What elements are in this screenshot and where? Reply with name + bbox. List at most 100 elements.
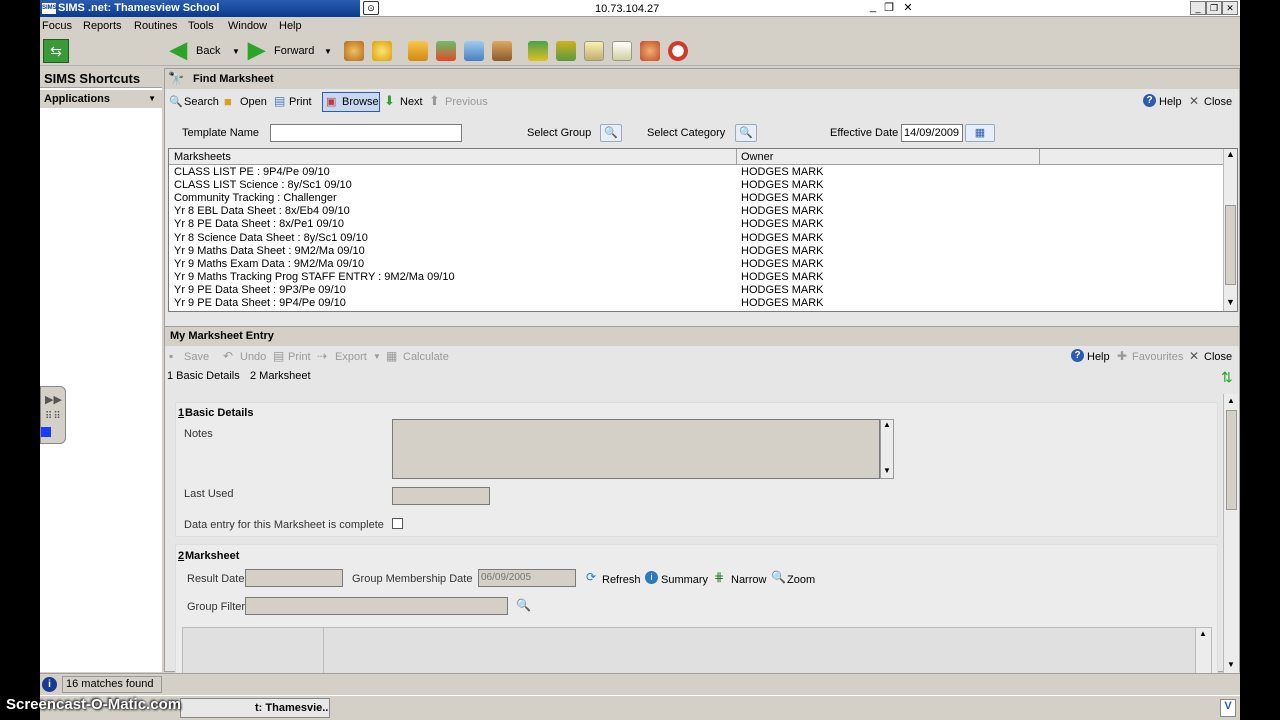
- forward-button[interactable]: Forward: [274, 45, 314, 57]
- entry-scroll-down-icon[interactable]: ▼: [1227, 660, 1235, 669]
- back-arrow-icon[interactable]: ◀: [170, 39, 187, 61]
- table-row[interactable]: Yr 8 Science Data Sheet : 8y/Sc1 09/10 HO…: [169, 232, 1223, 245]
- marksheet-grid-scroll-up-icon[interactable]: ▲: [1199, 629, 1207, 638]
- books-icon[interactable]: [492, 41, 512, 61]
- complete-checkbox[interactable]: [392, 518, 403, 529]
- help-button[interactable]: Help: [1159, 96, 1182, 108]
- select-category-lookup-icon[interactable]: 🔍: [735, 124, 757, 142]
- table-row[interactable]: Yr 8 EBL Data Sheet : 8x/Eb4 09/10 HODGES…: [169, 205, 1223, 218]
- folder-icon[interactable]: [408, 41, 428, 61]
- user-group-icon[interactable]: [640, 41, 660, 61]
- export-dropdown-icon[interactable]: ▼: [373, 352, 381, 361]
- summary-button[interactable]: Summary: [661, 574, 708, 586]
- title-bar: SIMS SIMS .net: Thamesview School ⊙ 10.7…: [40, 0, 1240, 17]
- forward-dropdown-icon[interactable]: ▼: [324, 47, 332, 56]
- notes-textarea[interactable]: [392, 419, 880, 479]
- notes-scroll-up-icon[interactable]: ▲: [883, 420, 891, 429]
- flag-icon[interactable]: [436, 41, 456, 61]
- column-owner[interactable]: Owner: [741, 151, 773, 163]
- entry-help-button[interactable]: Help: [1087, 351, 1110, 363]
- back-dropdown-icon[interactable]: ▼: [232, 47, 240, 56]
- assessment-icon[interactable]: [556, 41, 576, 61]
- minimize-icon[interactable]: _: [1190, 1, 1206, 15]
- marksheet-grid-scrollbar[interactable]: ▲: [1195, 628, 1211, 676]
- select-group-lookup-icon[interactable]: 🔍: [600, 124, 622, 142]
- next-button[interactable]: Next: [400, 96, 423, 108]
- undo-button[interactable]: Undo: [240, 351, 266, 363]
- link-marksheet[interactable]: 2 Marksheet: [250, 370, 311, 382]
- applications-dropdown[interactable]: Applications ▼: [40, 90, 162, 108]
- menu-routines[interactable]: Routines: [134, 20, 177, 32]
- last-used-field: [392, 487, 490, 505]
- edit-icon[interactable]: [612, 41, 632, 61]
- link-basic-details[interactable]: 1 Basic Details: [167, 370, 240, 382]
- taskbar-sims-task[interactable]: t: Thamesvie...: [180, 698, 330, 718]
- close-icon[interactable]: ✕: [1222, 1, 1238, 15]
- table-row[interactable]: Yr 9 PE Data Sheet : 9P3/Pe 09/10 HODGES …: [169, 284, 1223, 297]
- zoom-button[interactable]: Zoom: [787, 574, 815, 586]
- menu-tools[interactable]: Tools: [188, 20, 214, 32]
- favourites-button[interactable]: Favourites: [1132, 351, 1183, 363]
- menu-window[interactable]: Window: [228, 20, 267, 32]
- marksheet-icon[interactable]: [528, 41, 548, 61]
- grid-scrollbar[interactable]: ▲ ▼: [1223, 149, 1237, 311]
- table-row[interactable]: Community Tracking : Challenger HODGES MA…: [169, 192, 1223, 205]
- result-date-field[interactable]: [245, 569, 343, 587]
- swap-icon[interactable]: ⇅: [1221, 369, 1233, 386]
- table-row[interactable]: CLASS LIST Science : 8y/Sc1 09/10 HODGES …: [169, 179, 1223, 192]
- forward-arrow-icon[interactable]: ▶: [248, 39, 265, 61]
- save-button[interactable]: Save: [184, 351, 209, 363]
- sync-icon[interactable]: ⇆: [43, 39, 69, 63]
- restore-icon[interactable]: ❐: [1206, 1, 1222, 15]
- group-membership-field[interactable]: 06/09/2005: [478, 569, 576, 587]
- group-filter-field[interactable]: [245, 597, 508, 615]
- menu-focus[interactable]: Focus: [42, 20, 72, 32]
- print-button[interactable]: Print: [289, 96, 312, 108]
- notes-scrollbar[interactable]: ▲ ▼: [880, 419, 894, 479]
- scroll-up-icon[interactable]: ▲: [1226, 149, 1235, 159]
- menu-reports[interactable]: Reports: [83, 20, 122, 32]
- chart-icon[interactable]: [464, 41, 484, 61]
- effective-date-input[interactable]: [901, 124, 963, 142]
- template-name-input[interactable]: [270, 124, 462, 142]
- scroll-down-icon[interactable]: ▼: [1226, 297, 1235, 307]
- entry-scroll-up-icon[interactable]: ▲: [1227, 396, 1235, 405]
- entry-print-button[interactable]: Print: [288, 351, 311, 363]
- calendar-icon[interactable]: ▦: [965, 124, 995, 142]
- previous-button[interactable]: Previous: [445, 96, 488, 108]
- export-button[interactable]: Export: [335, 351, 367, 363]
- table-row[interactable]: Yr 8 PE Data Sheet : 8x/Pe1 09/10 HODGES …: [169, 218, 1223, 231]
- remote-restore-icon[interactable]: ❐: [881, 1, 897, 14]
- notes-scroll-down-icon[interactable]: ▼: [883, 466, 891, 475]
- refresh-button[interactable]: Refresh: [602, 574, 641, 586]
- entry-scrollbar[interactable]: ▲ ▼: [1223, 394, 1239, 673]
- calculate-button[interactable]: Calculate: [403, 351, 449, 363]
- tray-shield-icon[interactable]: V: [1220, 699, 1236, 717]
- group-filter-search-icon[interactable]: 🔍: [516, 598, 531, 612]
- table-row[interactable]: Yr 9 Maths Exam Data : 9M2/Ma 09/10 HODGE…: [169, 258, 1223, 271]
- entry-scroll-thumb[interactable]: [1226, 410, 1237, 510]
- remote-desktop-pin-icon[interactable]: ⊙: [363, 1, 379, 15]
- column-marksheets[interactable]: Marksheets: [174, 151, 231, 163]
- menu-help[interactable]: Help: [279, 20, 302, 32]
- marksheet-name-cell: Yr 9 Maths Exam Data : 9M2/Ma 09/10: [174, 257, 365, 270]
- back-button[interactable]: Back: [196, 45, 220, 57]
- dock-handle[interactable]: ▶▶ ⠿⠿: [40, 386, 66, 444]
- notepad-icon[interactable]: [584, 41, 604, 61]
- narrow-button[interactable]: Narrow: [731, 574, 766, 586]
- open-button[interactable]: Open: [240, 96, 267, 108]
- person-icon[interactable]: [372, 41, 392, 61]
- people-icon[interactable]: [344, 41, 364, 61]
- close-button[interactable]: Close: [1204, 96, 1232, 108]
- table-row[interactable]: Yr 9 Maths Tracking Prog STAFF ENTRY : 9…: [169, 271, 1223, 284]
- search-button[interactable]: Search: [184, 96, 219, 108]
- scroll-thumb[interactable]: [1225, 205, 1236, 285]
- browse-button[interactable]: ▣ Browse: [322, 92, 380, 112]
- table-row[interactable]: Yr 9 PE Data Sheet : 9P4/Pe 09/10 HODGES …: [169, 297, 1223, 310]
- table-row[interactable]: CLASS LIST PE : 9P4/Pe 09/10 HODGES MARK: [169, 166, 1223, 179]
- remote-close-icon[interactable]: ✕: [900, 1, 916, 14]
- entry-close-button[interactable]: Close: [1204, 351, 1232, 363]
- remote-minimize-icon[interactable]: _: [865, 1, 881, 13]
- clock-icon[interactable]: [668, 41, 688, 61]
- table-row[interactable]: Yr 9 Maths Data Sheet : 9M2/Ma 09/10 HODG…: [169, 245, 1223, 258]
